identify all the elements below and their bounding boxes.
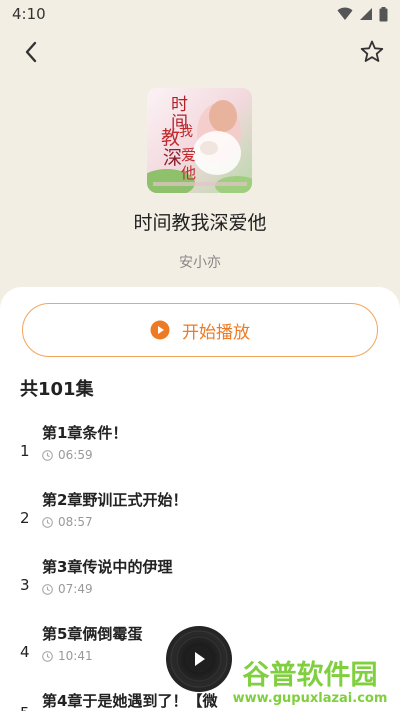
svg-text:我: 我 xyxy=(179,124,193,140)
episode-item[interactable]: 3 第3章传说中的伊理 07:49 xyxy=(0,556,400,618)
signal-icon xyxy=(360,8,372,20)
svg-text:爱: 爱 xyxy=(181,146,196,164)
episode-title: 第5章俩倒霉蛋 xyxy=(42,625,143,643)
episode-title: 第1章条件！ xyxy=(42,424,128,442)
episode-duration: 07:49 xyxy=(42,582,93,596)
episode-number: 4 xyxy=(20,643,30,661)
episode-title: 第2章野训正式开始！ xyxy=(42,491,188,509)
watermark-logo: 谷普软件园 www.gupuxlazai.com xyxy=(222,656,398,708)
battery-icon xyxy=(379,6,388,21)
clock-icon xyxy=(42,449,53,461)
book-title: 时间教我深爱他 xyxy=(133,212,267,234)
clock-icon xyxy=(42,583,53,595)
chevron-left-icon xyxy=(25,41,37,63)
svg-text:他: 他 xyxy=(181,164,196,182)
svg-text:教: 教 xyxy=(161,127,180,149)
episode-duration-text: 06:59 xyxy=(58,448,93,462)
book-cover: 时 间 教 我 深 爱 他 xyxy=(147,88,252,193)
status-time: 4:10 xyxy=(12,5,46,23)
episode-number: 3 xyxy=(20,576,30,594)
star-outline-icon xyxy=(360,40,384,62)
episode-duration: 08:57 xyxy=(42,515,93,529)
episode-number: 5 xyxy=(20,704,30,711)
clock-icon xyxy=(42,516,53,528)
episode-duration: 06:59 xyxy=(42,448,93,462)
play-circle-icon xyxy=(150,320,170,340)
back-button[interactable] xyxy=(18,38,46,66)
svg-text:时: 时 xyxy=(171,95,188,115)
svg-text:深: 深 xyxy=(163,147,182,169)
clock-icon xyxy=(42,650,53,662)
svg-text:谷普软件园: 谷普软件园 xyxy=(243,659,378,691)
status-icons xyxy=(337,6,388,22)
start-play-label: 开始播放 xyxy=(182,322,250,343)
episode-number: 2 xyxy=(20,509,30,527)
book-cover-image: 时 间 教 我 深 爱 他 xyxy=(147,88,252,193)
episode-title: 第3章传说中的伊理 xyxy=(42,558,173,576)
episode-item[interactable]: 1 第1章条件！ 06:59 xyxy=(0,422,400,484)
episode-duration-text: 07:49 xyxy=(58,582,93,596)
book-author: 安小亦 xyxy=(179,255,221,271)
episode-title: 第4章于是她遇到了！【微 xyxy=(42,692,218,710)
wifi-icon xyxy=(337,7,353,20)
episode-number: 1 xyxy=(20,442,30,460)
episode-count: 共101集 xyxy=(20,379,94,400)
favorite-button[interactable] xyxy=(358,38,386,66)
episode-duration-text: 10:41 xyxy=(58,649,93,663)
top-bar xyxy=(0,34,400,70)
svg-text:www.gupuxlazai.com: www.gupuxlazai.com xyxy=(233,691,388,706)
episode-duration: 10:41 xyxy=(42,649,93,663)
status-bar: 4:10 xyxy=(0,0,400,28)
start-play-button[interactable]: 开始播放 xyxy=(22,303,378,357)
episode-item[interactable]: 2 第2章野训正式开始！ 08:57 xyxy=(0,489,400,551)
episode-duration-text: 08:57 xyxy=(58,515,93,529)
